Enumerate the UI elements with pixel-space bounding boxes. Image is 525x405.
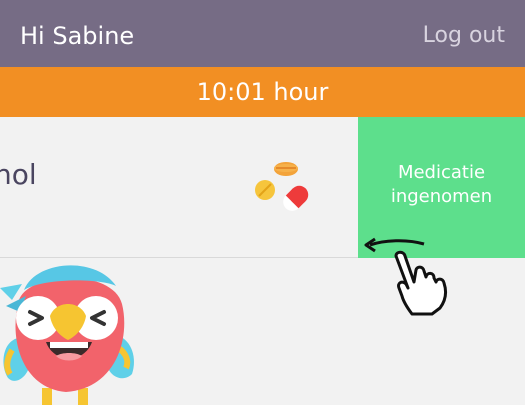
greeting-text: Hi Sabine	[20, 22, 135, 50]
parrot-mascot	[0, 265, 134, 405]
medication-taken-label: Medicatie ingenomen	[390, 162, 493, 207]
time-bar: 10:01 hour	[0, 67, 525, 117]
medication-time: 10:01 hour	[196, 78, 329, 106]
logout-button[interactable]: Log out	[423, 20, 505, 52]
app-header: Hi Sabine Log out	[0, 0, 525, 67]
pills-icon	[255, 162, 309, 211]
swipe-left-hand-icon	[364, 237, 448, 316]
medication-name: hol	[0, 158, 37, 191]
